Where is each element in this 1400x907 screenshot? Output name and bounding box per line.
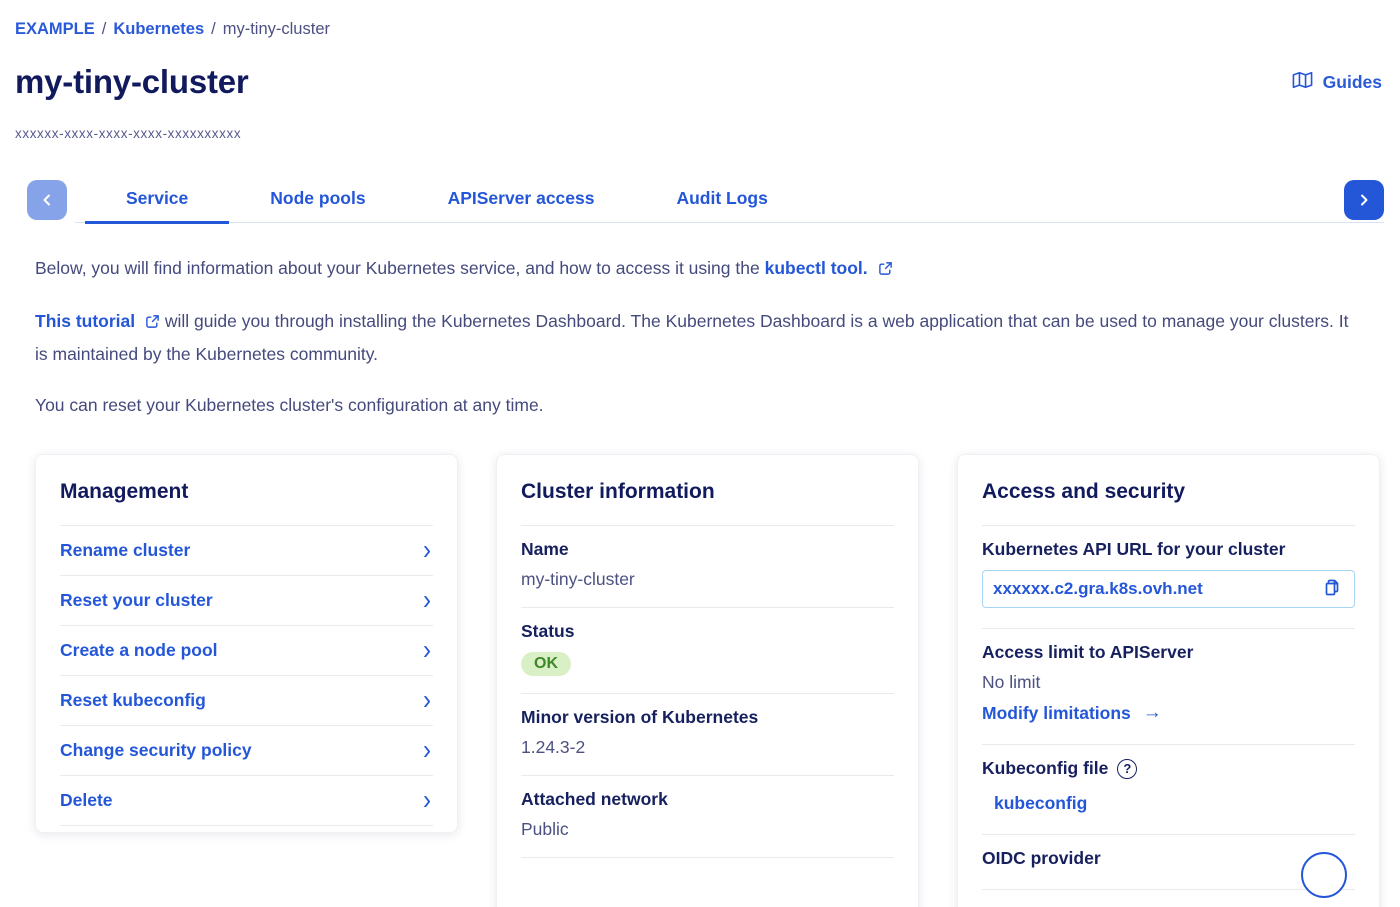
main-content: Below, you will find information about y… bbox=[0, 253, 1400, 907]
access-security-card: Access and security Kubernetes API URL f… bbox=[957, 454, 1380, 907]
kubeconfig-label-text: Kubeconfig file bbox=[982, 758, 1108, 779]
chevron-right-icon: › bbox=[423, 590, 431, 611]
chevron-right-icon: › bbox=[423, 740, 431, 761]
chevron-right-icon: › bbox=[423, 690, 431, 711]
modify-limitations-link[interactable]: Modify limitations → bbox=[982, 702, 1162, 724]
kubeconfig-section: Kubeconfig file ? kubeconfig bbox=[982, 745, 1355, 835]
tutorial-link[interactable]: This tutorial bbox=[35, 311, 160, 331]
breadcrumb-link-kubernetes[interactable]: Kubernetes bbox=[113, 20, 204, 39]
help-icon[interactable]: ? bbox=[1117, 759, 1137, 779]
api-url-section: Kubernetes API URL for your cluster xxxx… bbox=[982, 526, 1355, 629]
breadcrumb: EXAMPLE / Kubernetes / my-tiny-cluster bbox=[15, 20, 1384, 39]
intro-paragraph-2: This tutorial will guide you through ins… bbox=[35, 306, 1365, 370]
tab-audit-logs[interactable]: Audit Logs bbox=[635, 177, 808, 223]
breadcrumb-separator: / bbox=[102, 20, 107, 39]
cluster-id-subtitle: xxxxxx-xxxx-xxxx-xxxx-xxxxxxxxxx bbox=[15, 126, 1384, 141]
oidc-provider-button[interactable] bbox=[1301, 852, 1347, 898]
api-url-box: xxxxxx.c2.gra.k8s.ovh.net bbox=[982, 570, 1355, 608]
management-card-title: Management bbox=[60, 480, 433, 526]
tabs-scroll-right-button[interactable] bbox=[1344, 180, 1384, 220]
chevron-right-icon: › bbox=[423, 790, 431, 811]
kubeconfig-download-link[interactable]: kubeconfig bbox=[994, 793, 1087, 814]
tabs-scroll-left-button[interactable] bbox=[27, 180, 67, 220]
chevron-right-icon bbox=[1357, 193, 1371, 207]
kubeconfig-label: Kubeconfig file ? bbox=[982, 758, 1355, 779]
chevron-right-icon: › bbox=[423, 540, 431, 561]
external-link-icon bbox=[140, 313, 160, 333]
access-limit-section: Access limit to APIServer No limit Modif… bbox=[982, 629, 1355, 745]
api-url-value: xxxxxx.c2.gra.k8s.ovh.net bbox=[993, 579, 1203, 599]
access-limit-label: Access limit to APIServer bbox=[982, 642, 1355, 663]
kubernetes-cluster-page: EXAMPLE / Kubernetes / my-tiny-cluster m… bbox=[0, 0, 1400, 907]
modify-limitations-label: Modify limitations bbox=[982, 703, 1131, 724]
rename-cluster-action[interactable]: Rename cluster › bbox=[60, 526, 433, 576]
field-value: my-tiny-cluster bbox=[521, 569, 894, 590]
chevron-left-icon bbox=[40, 193, 54, 207]
guides-button[interactable]: Guides bbox=[1292, 71, 1382, 94]
field-value: 1.24.3-2 bbox=[521, 737, 894, 758]
tab-list: Service Node pools APIServer access Audi… bbox=[85, 177, 809, 223]
action-label: Reset your cluster bbox=[60, 590, 213, 611]
kubectl-tool-link-label: kubectl tool. bbox=[765, 258, 868, 278]
access-security-card-title: Access and security bbox=[982, 480, 1355, 526]
intro-text-2: will guide you through installing the Ku… bbox=[35, 311, 1348, 364]
reset-cluster-action[interactable]: Reset your cluster › bbox=[60, 576, 433, 626]
reset-kubeconfig-action[interactable]: Reset kubeconfig › bbox=[60, 676, 433, 726]
intro-paragraph-1: Below, you will find information about y… bbox=[35, 253, 1380, 286]
breadcrumb-link-example[interactable]: EXAMPLE bbox=[15, 20, 95, 39]
access-limit-value: No limit bbox=[982, 672, 1355, 693]
tab-apiserver-access[interactable]: APIServer access bbox=[407, 177, 636, 223]
field-label: Minor version of Kubernetes bbox=[521, 707, 894, 728]
field-label: Status bbox=[521, 621, 894, 642]
guides-map-icon bbox=[1292, 71, 1313, 94]
copy-api-url-button[interactable] bbox=[1322, 578, 1342, 601]
breadcrumb-current: my-tiny-cluster bbox=[223, 20, 330, 39]
cluster-information-card: Cluster information Name my-tiny-cluster… bbox=[496, 454, 919, 907]
cluster-status-field: Status OK bbox=[521, 608, 894, 694]
delete-action[interactable]: Delete › bbox=[60, 776, 433, 826]
tab-service[interactable]: Service bbox=[85, 177, 229, 223]
page-header: EXAMPLE / Kubernetes / my-tiny-cluster m… bbox=[0, 0, 1400, 141]
tab-bar: Service Node pools APIServer access Audi… bbox=[27, 177, 1384, 223]
guides-label: Guides bbox=[1323, 72, 1382, 93]
field-value: Public bbox=[521, 819, 894, 840]
action-label: Reset kubeconfig bbox=[60, 690, 206, 711]
field-label: Name bbox=[521, 539, 894, 560]
cluster-information-card-title: Cluster information bbox=[521, 480, 894, 526]
attached-network-field: Attached network Public bbox=[521, 776, 894, 858]
change-security-policy-action[interactable]: Change security policy › bbox=[60, 726, 433, 776]
intro-paragraph-3: You can reset your Kubernetes cluster's … bbox=[35, 390, 1380, 421]
tab-node-pools[interactable]: Node pools bbox=[229, 177, 406, 223]
title-row: my-tiny-cluster Guides bbox=[15, 63, 1384, 101]
oidc-provider-section: OIDC provider bbox=[982, 835, 1355, 890]
action-label: Create a node pool bbox=[60, 640, 218, 661]
chevron-right-icon: › bbox=[423, 640, 431, 661]
copy-icon bbox=[1322, 578, 1342, 601]
arrow-right-icon: → bbox=[1143, 702, 1162, 724]
cluster-name-field: Name my-tiny-cluster bbox=[521, 526, 894, 608]
intro-text-1: Below, you will find information about y… bbox=[35, 258, 760, 278]
tutorial-link-label: This tutorial bbox=[35, 311, 135, 331]
page-title: my-tiny-cluster bbox=[15, 63, 249, 101]
field-label: Attached network bbox=[521, 789, 894, 810]
management-card: Management Rename cluster › Reset your c… bbox=[35, 454, 458, 833]
action-label: Rename cluster bbox=[60, 540, 190, 561]
breadcrumb-separator: / bbox=[211, 20, 216, 39]
kubectl-tool-link[interactable]: kubectl tool. bbox=[765, 258, 893, 278]
minor-version-field: Minor version of Kubernetes 1.24.3-2 bbox=[521, 694, 894, 776]
action-label: Delete bbox=[60, 790, 113, 811]
status-badge: OK bbox=[521, 652, 571, 676]
cards-row: Management Rename cluster › Reset your c… bbox=[35, 454, 1380, 907]
api-url-label: Kubernetes API URL for your cluster bbox=[982, 539, 1355, 560]
action-label: Change security policy bbox=[60, 740, 252, 761]
create-node-pool-action[interactable]: Create a node pool › bbox=[60, 626, 433, 676]
external-link-icon bbox=[873, 260, 893, 280]
oidc-provider-label: OIDC provider bbox=[982, 848, 1355, 869]
